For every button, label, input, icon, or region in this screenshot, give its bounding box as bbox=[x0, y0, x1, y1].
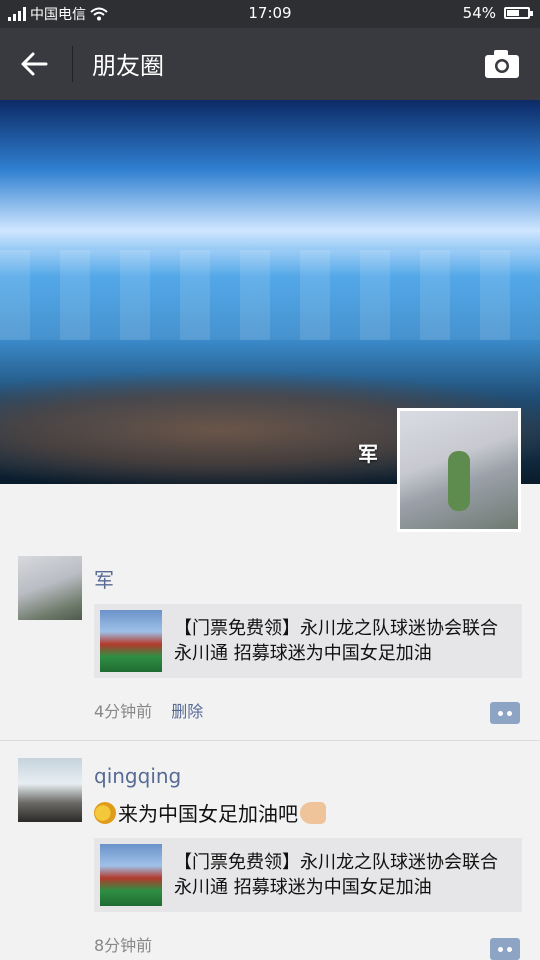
camera-button[interactable] bbox=[482, 46, 522, 82]
title-divider bbox=[72, 46, 73, 82]
snail-emoji-icon bbox=[94, 802, 116, 824]
title-bar: 朋友圈 bbox=[0, 28, 540, 100]
avatar[interactable] bbox=[18, 556, 82, 620]
page-title: 朋友圈 bbox=[92, 52, 164, 80]
status-bar: 中国电信 17:09 54% bbox=[0, 0, 540, 28]
post-text: 来为中国女足加油吧 bbox=[94, 798, 326, 827]
arrow-left-icon bbox=[21, 52, 48, 76]
battery-icon bbox=[504, 7, 533, 19]
comment-button[interactable] bbox=[490, 702, 520, 724]
cover-avatar[interactable] bbox=[397, 408, 521, 532]
post-separator bbox=[0, 740, 540, 741]
link-card[interactable]: 【门票免费领】永川龙之队球迷协会联合永川通 招募球迷为中国女足加油 bbox=[94, 604, 522, 678]
author-name[interactable]: qingqing bbox=[94, 764, 181, 788]
camera-icon bbox=[485, 50, 519, 78]
delete-link[interactable]: 删除 bbox=[171, 702, 203, 721]
link-card[interactable]: 【门票免费领】永川龙之队球迷协会联合永川通 招募球迷为中国女足加油 bbox=[94, 838, 522, 912]
clock: 17:09 bbox=[248, 4, 292, 22]
post-time: 8分钟前 bbox=[94, 936, 153, 955]
avatar[interactable] bbox=[18, 758, 82, 822]
back-button[interactable] bbox=[14, 44, 54, 84]
link-title: 【门票免费领】永川龙之队球迷协会联合永川通 招募球迷为中国女足加油 bbox=[174, 618, 498, 664]
link-title: 【门票免费领】永川龙之队球迷协会联合永川通 招募球迷为中国女足加油 bbox=[174, 852, 498, 898]
comment-button[interactable] bbox=[490, 938, 520, 960]
battery-percent: 54% bbox=[462, 4, 496, 22]
flexed-biceps-emoji-icon bbox=[300, 802, 326, 824]
post-meta: 4分钟前 删除 bbox=[94, 698, 203, 722]
author-name[interactable]: 军 bbox=[94, 564, 114, 593]
link-thumbnail bbox=[100, 844, 162, 906]
post-time: 4分钟前 bbox=[94, 702, 153, 721]
post-meta: 8分钟前 bbox=[94, 932, 152, 956]
cover-user-name: 军 bbox=[358, 442, 378, 466]
cover-waves bbox=[0, 250, 540, 340]
link-thumbnail bbox=[100, 610, 162, 672]
